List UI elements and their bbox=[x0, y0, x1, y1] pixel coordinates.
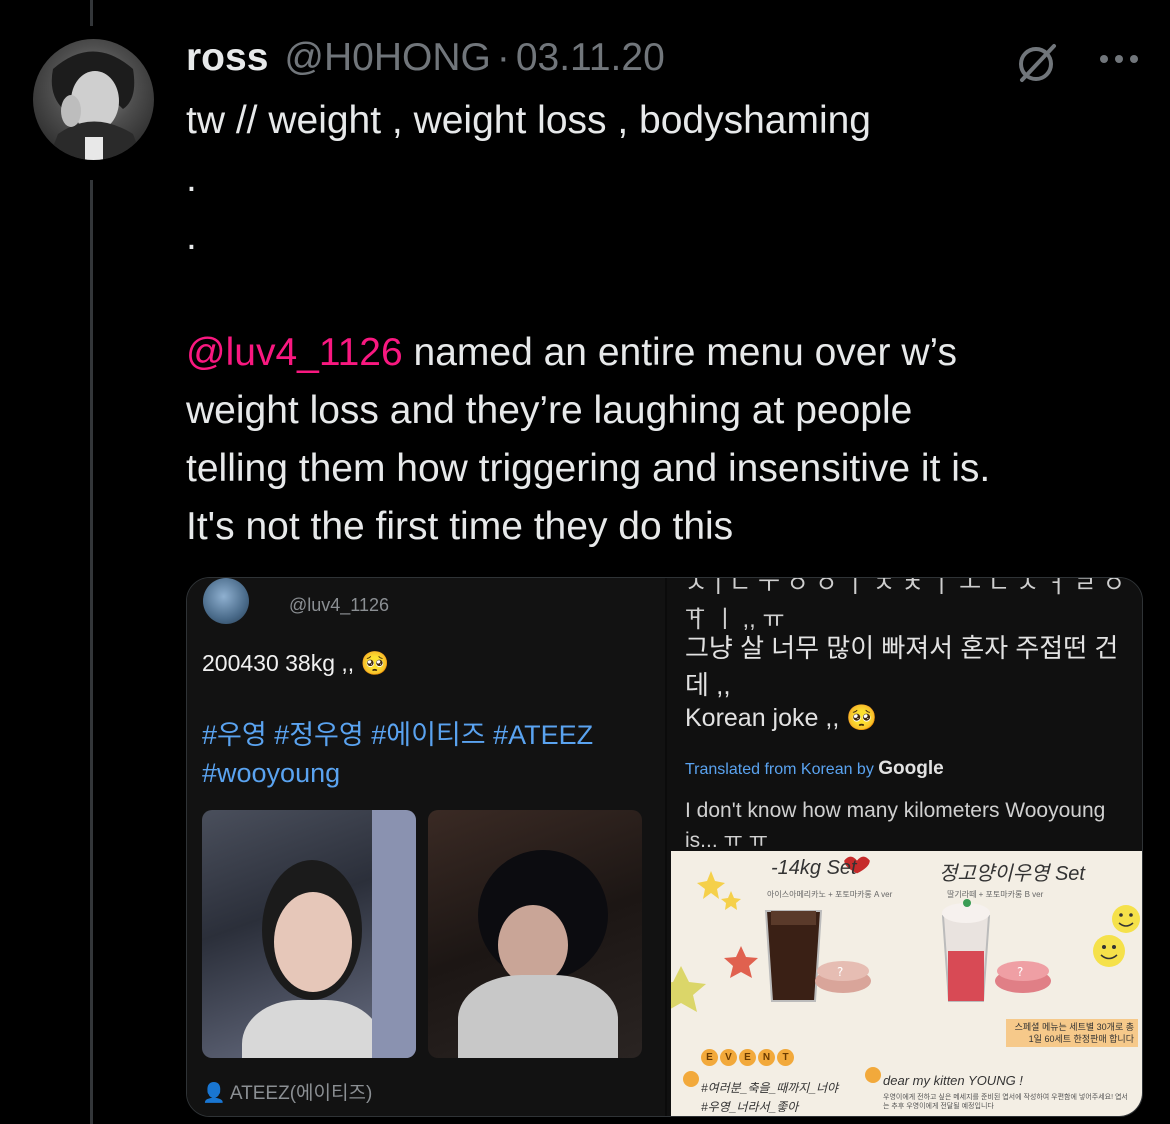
dot-line-1: . bbox=[186, 157, 197, 200]
thread-line bbox=[90, 180, 93, 1124]
svg-text:?: ? bbox=[1017, 965, 1023, 979]
tweet-text: tw // weight , weight loss , bodyshaming… bbox=[186, 92, 1146, 556]
user-handle[interactable]: @H0HONG bbox=[284, 36, 490, 80]
tweet-line-3: telling them how triggering and insensit… bbox=[186, 447, 991, 490]
screenshot-hashtags: #우영 #정우영 #에이티즈 #ATEEZ #wooyoung bbox=[202, 716, 642, 792]
left-screenshot[interactable]: @luv4_1126 200430 38kg ,, 🥺 #우영 #정우영 #에이… bbox=[187, 578, 665, 1116]
screenshot-handle: @luv4_1126 bbox=[289, 595, 390, 615]
screenshot-text: 200430 38kg ,, 🥺 bbox=[202, 650, 390, 676]
mention-link[interactable]: @luv4_1126 bbox=[186, 331, 403, 374]
avatar[interactable] bbox=[33, 39, 154, 160]
tweet-line-1: @luv4_1126 named an entire menu over w’s bbox=[186, 324, 1146, 382]
event-line-3: dear my kitten YOUNG ! bbox=[883, 1073, 1023, 1088]
media-attachment[interactable]: @luv4_1126 200430 38kg ,, 🥺 #우영 #정우영 #에이… bbox=[186, 577, 1143, 1117]
photo-1-bg bbox=[372, 810, 416, 1058]
event-badge: E V E N T bbox=[701, 1049, 794, 1066]
korean-text: 그냥 살 너무 많이 빠져서 혼자 주접떤 건데 ,, bbox=[685, 633, 1119, 700]
menu-title-1: -14kg Set bbox=[771, 857, 857, 879]
google-logo: Google bbox=[878, 758, 944, 779]
event-letter: N bbox=[758, 1049, 775, 1066]
tweet-date[interactable]: 03.11.20 bbox=[516, 36, 665, 80]
menu-title-2: 정고양이우영 Set bbox=[939, 863, 1085, 885]
photo-1 bbox=[202, 810, 416, 1058]
event-line-1: #여러분_축을_때까지_너야 bbox=[701, 1081, 839, 1095]
trigger-warning: tw // weight , weight loss , bodyshaming bbox=[186, 99, 871, 142]
tt-line: ㅠ bbox=[685, 601, 706, 626]
event-letter: V bbox=[720, 1049, 737, 1066]
tweet-header: ross @H0HONG · 03.11.20 bbox=[186, 36, 665, 84]
display-name[interactable]: ross bbox=[186, 36, 268, 80]
event-letter: E bbox=[701, 1049, 718, 1066]
translated-from-label: Translated from Korean by bbox=[685, 761, 874, 778]
hashtags-line-1: #우영 #정우영 #에이티즈 #ATEEZ bbox=[202, 720, 594, 750]
slashed-circle-icon[interactable] bbox=[1014, 40, 1060, 86]
svg-text:?: ? bbox=[837, 965, 843, 979]
menu-subtitle-2: 딸기라떼 + 포토마카롱 B ver bbox=[947, 890, 1044, 899]
screenshot-avatar bbox=[203, 578, 249, 624]
tweet-line-4: It's not the first time they do this bbox=[186, 505, 734, 548]
menu-subtitle-1: 아이스아메리카노 + 포토마카롱 A ver bbox=[767, 890, 893, 899]
photo-2-face bbox=[498, 905, 568, 985]
event-line-4: 우영이에게 전하고 싶은 메세지를 준비된 엽서에 작성하여 우편함에 넣어주세… bbox=[883, 1094, 1128, 1110]
korean-joke-text: Korean joke ,, 🥺 bbox=[685, 704, 878, 732]
tweet-line-2: weight loss and they’re laughing at peop… bbox=[186, 389, 913, 432]
translation-label: Translated from Korean by Google bbox=[685, 758, 944, 780]
screenshot-source: 👤 ATEEZ(에이티즈) bbox=[202, 1078, 372, 1105]
photo-1-face bbox=[274, 892, 352, 992]
menu-notice: 스페셜 메뉴는 세트별 30개로 총 1일 60세트 한정판매 합니다 bbox=[1006, 1019, 1138, 1047]
photo-2 bbox=[428, 810, 642, 1058]
photo-2-shirt bbox=[458, 975, 618, 1058]
event-letter: T bbox=[777, 1049, 794, 1066]
photo-1-shirt bbox=[242, 1000, 382, 1058]
tweet-line-1-rest: named an entire menu over w’s bbox=[402, 331, 957, 374]
translated-text: I don't know how many kilometers Wooyoun… bbox=[685, 799, 1106, 848]
event-letter: E bbox=[739, 1049, 756, 1066]
thread-line-top bbox=[90, 0, 93, 26]
separator: · bbox=[496, 36, 510, 79]
person-icon: 👤 bbox=[202, 1083, 230, 1104]
hashtags-line-2: #wooyoung bbox=[202, 758, 341, 788]
more-dots-icon[interactable] bbox=[1096, 44, 1142, 74]
dot-line-2: . bbox=[186, 215, 197, 258]
event-line-2: #우영_너라서_좋아 bbox=[701, 1100, 799, 1114]
cut-text-line: ㅅㅣㄴ ㅜ ㅇ ㅇ ㅣ ㅈ ㅊ ㅣ ㅗ ㄴ ㅅ ㅓ ㄹ ㅇ ㅓ ㅣ ,, ㅠ bbox=[685, 577, 1125, 633]
source-label: ATEEZ(에이티즈) bbox=[229, 1083, 373, 1104]
menu-card[interactable]: ? ? -14kg Set 정고양이우영 Set 아이스아메리카노 + 포토마카… bbox=[671, 851, 1142, 1116]
